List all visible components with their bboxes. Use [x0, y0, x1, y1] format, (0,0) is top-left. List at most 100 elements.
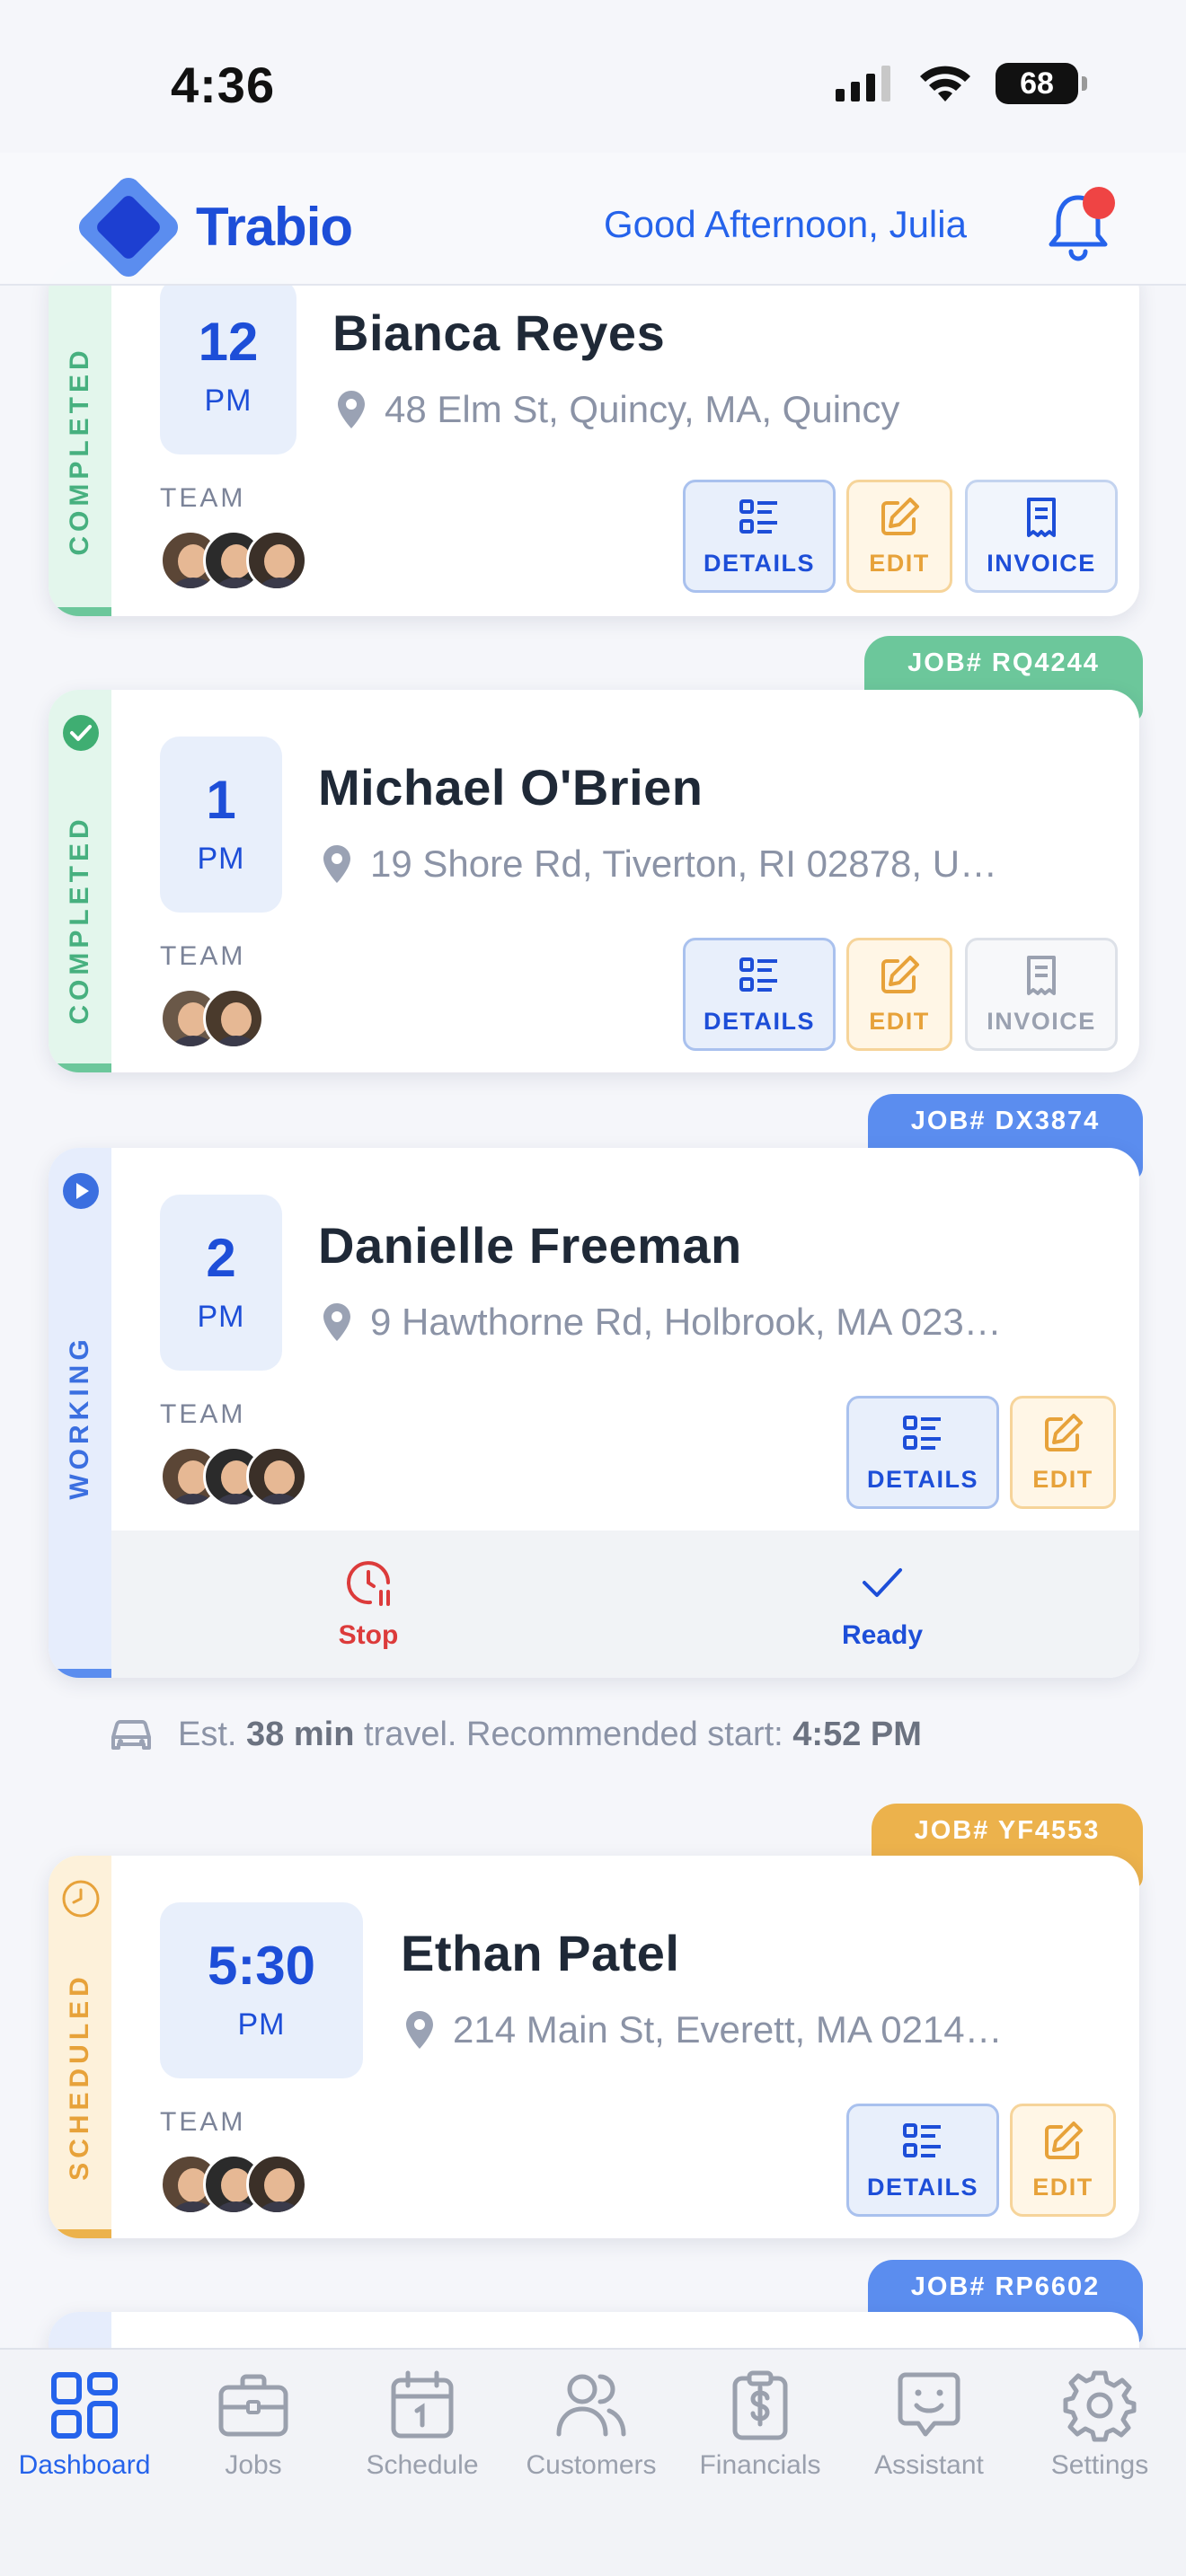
notification-badge — [1083, 187, 1115, 219]
job-address: 48 Elm St, Quincy, MA, Quincy — [338, 388, 899, 431]
dollar-clipboard-icon — [732, 2370, 788, 2440]
calendar-icon — [391, 2370, 454, 2439]
details-button[interactable]: DETAILS — [846, 2104, 999, 2217]
edit-button[interactable]: EDIT — [1010, 2104, 1116, 2217]
job-number-tag: JOB# YF4553 — [872, 1804, 1143, 1890]
job-card[interactable]: SCHEDULED 5:30 PM Ethan Patel 214 Main S… — [49, 1856, 1139, 2238]
app-name: Trabio — [196, 197, 353, 257]
check-circle-icon — [63, 715, 99, 751]
clock-pause-icon — [347, 1561, 390, 1606]
status-label: COMPLETED — [65, 815, 94, 1025]
job-time: 1 — [206, 769, 236, 830]
job-card[interactable]: WORKING 2 PM Danielle Freeman 9 Hawthorn… — [49, 1148, 1139, 1678]
avatar — [246, 530, 307, 591]
receipt-icon — [1027, 497, 1056, 537]
wifi-icon — [920, 66, 970, 101]
team-avatars — [160, 1446, 307, 1507]
team-avatars — [160, 988, 264, 1049]
job-number-tag: JOB# RQ4244 — [864, 636, 1143, 722]
edit-icon — [1045, 1413, 1083, 1451]
users-icon — [556, 2374, 626, 2437]
status-label: WORKING — [65, 1335, 94, 1500]
location-pin-icon — [323, 1303, 350, 1341]
job-ampm: PM — [197, 1299, 245, 1334]
travel-estimate: Est. 38 min travel. Recommended start: 4… — [108, 1716, 922, 1754]
avatar — [203, 988, 264, 1049]
address-text: 19 Shore Rd, Tiverton, RI 02878, U… — [370, 842, 998, 885]
details-button[interactable]: DETAILS — [683, 480, 836, 593]
edit-button[interactable]: EDIT — [846, 480, 952, 593]
grid-icon — [51, 2372, 118, 2439]
avatar — [246, 2154, 307, 2215]
address-text: 214 Main St, Everett, MA 0214… — [453, 2008, 1003, 2051]
list-details-icon — [903, 2122, 941, 2157]
tab-settings[interactable]: Settings — [1013, 2368, 1186, 2481]
client-name: Michael O'Brien — [318, 759, 704, 816]
team-avatars — [160, 2154, 307, 2215]
job-card[interactable]: COMPLETED 1 PM Michael O'Brien 19 Shore … — [49, 690, 1139, 1072]
edit-icon — [1045, 2121, 1083, 2159]
job-time: 5:30 — [207, 1935, 316, 1996]
job-ampm: PM — [204, 383, 252, 418]
signal-icon — [836, 66, 890, 101]
battery-indicator: 68 — [996, 63, 1087, 104]
list-details-icon — [903, 1415, 941, 1450]
address-text: 9 Hawthorne Rd, Holbrook, MA 023… — [370, 1301, 1002, 1343]
greeting-text: Good Afternoon, Julia — [604, 203, 967, 245]
tab-assistant[interactable]: Assistant — [845, 2368, 1013, 2481]
gear-icon — [1063, 2370, 1137, 2442]
tab-dashboard[interactable]: Dashboard — [0, 2368, 169, 2481]
time-box: 12 PM — [160, 278, 296, 454]
list-details-icon — [739, 957, 777, 992]
play-circle-icon — [63, 1173, 99, 1209]
job-address: 9 Hawthorne Rd, Holbrook, MA 023… — [323, 1301, 1002, 1344]
invoice-button[interactable]: INVOICE — [965, 480, 1118, 593]
tab-schedule[interactable]: Schedule — [338, 2368, 507, 2481]
team-label: TEAM — [160, 2107, 246, 2137]
edit-button[interactable]: EDIT — [1010, 1396, 1116, 1509]
address-text: 48 Elm St, Quincy, MA, Quincy — [385, 388, 900, 430]
edit-icon — [881, 955, 919, 993]
team-label: TEAM — [160, 1399, 246, 1429]
job-time: 2 — [206, 1227, 236, 1288]
team-label: TEAM — [160, 941, 246, 971]
location-pin-icon — [323, 845, 350, 883]
status-icons: 68 — [836, 63, 1087, 104]
tab-customers[interactable]: Customers — [507, 2368, 676, 2481]
job-ampm: PM — [237, 2007, 286, 2042]
invoice-button[interactable]: INVOICE — [965, 938, 1118, 1051]
car-icon — [111, 1719, 151, 1750]
edit-button[interactable]: EDIT — [846, 938, 952, 1051]
receipt-icon — [1027, 955, 1056, 995]
job-time: 12 — [198, 311, 259, 372]
status-label: COMPLETED — [65, 346, 94, 556]
job-action-bar: Stop Ready — [111, 1531, 1139, 1678]
chat-smile-icon — [898, 2372, 960, 2437]
ready-button[interactable]: Ready — [625, 1531, 1139, 1678]
client-name: Bianca Reyes — [332, 304, 666, 361]
location-pin-icon — [406, 2011, 433, 2049]
time-box: 5:30 PM — [160, 1902, 363, 2078]
job-address: 214 Main St, Everett, MA 0214… — [406, 2008, 1003, 2051]
details-button[interactable]: DETAILS — [846, 1396, 999, 1509]
trabio-logo-icon — [78, 177, 179, 278]
time-box: 2 PM — [160, 1195, 282, 1371]
tab-jobs[interactable]: Jobs — [169, 2368, 338, 2481]
location-pin-icon — [338, 391, 365, 428]
tab-financials[interactable]: Financials — [676, 2368, 845, 2481]
client-name: Ethan Patel — [401, 1925, 680, 1981]
team-avatars — [160, 530, 307, 591]
briefcase-icon — [218, 2374, 288, 2437]
clock-icon — [62, 1880, 100, 1918]
status-time: 4:36 — [171, 57, 276, 113]
details-button[interactable]: DETAILS — [683, 938, 836, 1051]
job-number-tag: JOB# DX3874 — [868, 1094, 1143, 1180]
stop-button[interactable]: Stop — [111, 1531, 625, 1678]
team-label: TEAM — [160, 483, 246, 513]
time-box: 1 PM — [160, 737, 282, 913]
job-ampm: PM — [197, 841, 245, 876]
status-label: SCHEDULED — [65, 1972, 94, 2181]
job-number-tag: JOB# RP6602 — [868, 2260, 1143, 2346]
job-address: 19 Shore Rd, Tiverton, RI 02878, U… — [323, 842, 997, 886]
job-card[interactable]: COMPLETED 12 PM Bianca Reyes 48 Elm St, … — [49, 260, 1139, 616]
